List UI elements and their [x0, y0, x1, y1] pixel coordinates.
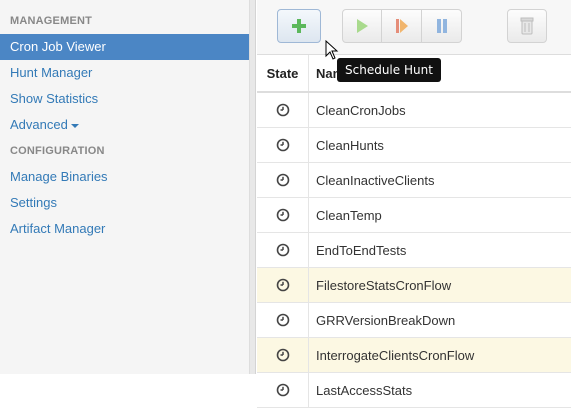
clock-icon [276, 243, 289, 257]
sidebar-item-hunt-manager[interactable]: Hunt Manager [0, 60, 249, 86]
cron-jobs-table: State Name CleanCronJobs CleanHunts CleanI… [257, 55, 571, 408]
table-row[interactable]: CleanCronJobs [257, 93, 571, 128]
job-name-cell: GRRVersionBreakDown [316, 312, 456, 328]
state-cell [257, 233, 309, 267]
play-icon [357, 19, 368, 33]
trash-icon [520, 17, 534, 35]
sidebar-item-advanced-label: Advanced [10, 117, 68, 132]
pause-button[interactable] [422, 9, 462, 43]
sidebar-item-artifact-manager[interactable]: Artifact Manager [0, 216, 249, 242]
pane-splitter[interactable] [250, 0, 256, 374]
mouse-cursor-icon [325, 40, 339, 60]
job-name-cell: LastAccessStats [316, 382, 413, 398]
toolbar [257, 0, 571, 55]
plus-icon [292, 19, 306, 33]
cron-actions-group [342, 9, 462, 43]
table-row[interactable]: CleanHunts [257, 128, 571, 163]
clock-icon [276, 348, 289, 362]
sidebar-item-settings[interactable]: Settings [0, 190, 249, 216]
state-cell [257, 163, 309, 197]
state-cell [257, 198, 309, 232]
job-name-cell: EndToEndTests [316, 242, 407, 258]
clock-icon [276, 278, 289, 292]
clock-icon [276, 173, 289, 187]
clock-icon [276, 103, 289, 117]
sidebar: MANAGEMENT Cron Job Viewer Hunt Manager … [0, 0, 250, 374]
clock-icon [276, 313, 289, 327]
table-row[interactable]: FilestoreStatsCronFlow [257, 268, 571, 303]
state-cell [257, 93, 309, 127]
pause-icon [436, 19, 447, 33]
force-run-button[interactable] [382, 9, 422, 43]
job-name-cell: InterrogateClientsCronFlow [316, 347, 475, 363]
table-row[interactable]: EndToEndTests [257, 233, 571, 268]
schedule-hunt-tooltip: Schedule Hunt [337, 58, 441, 82]
sidebar-item-show-statistics[interactable]: Show Statistics [0, 86, 249, 112]
main-panel: State Name CleanCronJobs CleanHunts CleanI… [257, 0, 571, 408]
state-cell [257, 303, 309, 337]
caret-down-icon [70, 123, 79, 128]
section-configuration: CONFIGURATION [10, 145, 105, 157]
job-name-cell: CleanHunts [316, 137, 384, 153]
job-name-cell: CleanInactiveClients [316, 172, 435, 188]
delete-button[interactable] [507, 9, 547, 43]
state-cell [257, 128, 309, 162]
table-row[interactable]: CleanTemp [257, 198, 571, 233]
job-name-cell: FilestoreStatsCronFlow [316, 277, 452, 293]
state-column-header[interactable]: State [257, 55, 309, 91]
state-cell [257, 373, 309, 407]
table-row[interactable]: GRRVersionBreakDown [257, 303, 571, 338]
start-button[interactable] [342, 9, 382, 43]
clock-icon [276, 208, 289, 222]
sidebar-item-manage-binaries[interactable]: Manage Binaries [0, 164, 249, 190]
state-cell [257, 268, 309, 302]
job-name-cell: CleanCronJobs [316, 102, 406, 118]
section-management: MANAGEMENT [10, 15, 93, 27]
table-row[interactable]: InterrogateClientsCronFlow [257, 338, 571, 373]
sidebar-item-advanced[interactable]: Advanced [0, 112, 249, 138]
table-row[interactable]: LastAccessStats [257, 373, 571, 408]
table-body: CleanCronJobs CleanHunts CleanInactiveClie… [257, 93, 571, 408]
table-row[interactable]: CleanInactiveClients [257, 163, 571, 198]
sidebar-item-cron-job-viewer[interactable]: Cron Job Viewer [0, 34, 249, 60]
clock-icon [276, 383, 289, 397]
force-run-icon [395, 19, 408, 33]
job-name-cell: CleanTemp [316, 207, 382, 223]
add-cron-job-button[interactable] [277, 9, 321, 43]
state-cell [257, 338, 309, 372]
clock-icon [276, 138, 289, 152]
